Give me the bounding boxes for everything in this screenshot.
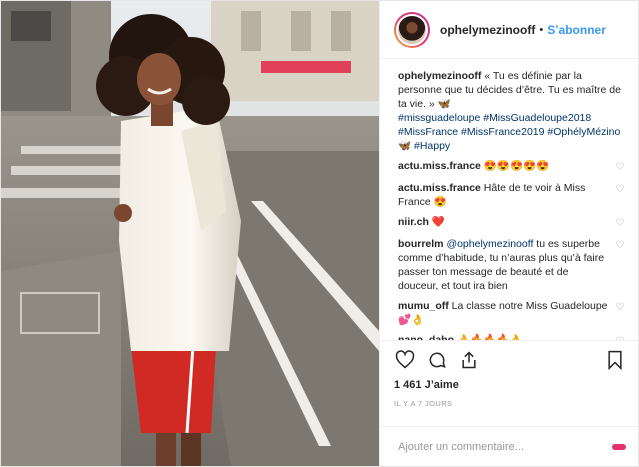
likes-count[interactable]: 1 461 J’aime [394,379,626,391]
header-separator: • [539,23,544,36]
small-heart-icon[interactable]: ♡ [614,217,626,231]
caption: ophelymezinooff « Tu es définie par la p… [398,69,626,153]
bookmark-icon[interactable] [604,349,626,371]
comments-list[interactable]: ophelymezinooff « Tu es définie par la p… [380,59,638,340]
small-heart-icon[interactable]: ♡ [614,183,626,197]
comment-row: bourrelm @ophelymezinooff tu es superbe … [398,237,626,293]
more-options-icon[interactable] [612,443,626,450]
comment-username[interactable]: actu.miss.france [398,160,481,172]
caption-username[interactable]: ophelymezinooff [398,70,481,82]
caption-hashtags[interactable]: #missguadeloupe #MissGuadeloupe2018 #Mis… [398,111,626,153]
post-actions: 1 461 J’aime IL Y A 7 JOURS [380,340,638,426]
comment-username[interactable]: niir.ch [398,216,429,228]
post-timestamp: IL Y A 7 JOURS [394,399,453,408]
street-photo-illustration [1,1,379,466]
header-username[interactable]: ophelymezinooff [440,23,535,37]
comment-input[interactable]: Ajouter un commentaire... [398,441,612,453]
comment-bubble-icon[interactable] [426,349,448,371]
comment-row: mumu_off La classe notre Miss Guadeloupe… [398,299,626,327]
avatar[interactable] [394,11,430,48]
add-comment-bar: Ajouter un commentaire... [380,426,638,466]
heart-icon[interactable] [394,349,416,371]
share-icon[interactable] [458,349,480,371]
post-sidebar: ophelymezinooff • S’abonner ophelymezino… [379,1,638,466]
action-icons [394,347,626,373]
comment-row: actu.miss.france Hâte de te voir à Miss … [398,181,626,209]
comment-text: 😍😍😍😍😍 [483,160,550,172]
small-heart-icon[interactable]: ♡ [614,239,626,253]
comment-row: nano_dabo 👌🔥🔥🔥👌 ♡ [398,333,626,340]
comment-username[interactable]: actu.miss.france [398,182,481,194]
small-heart-icon[interactable]: ♡ [614,161,626,175]
comment-mention[interactable]: @ophelymezinooff [446,238,533,250]
instagram-post: ophelymezinooff • S’abonner ophelymezino… [0,0,639,467]
comment-username[interactable]: bourrelm [398,238,444,250]
follow-button[interactable]: S’abonner [547,23,606,37]
small-heart-icon[interactable]: ♡ [614,301,626,315]
comment-row: niir.ch ❤️ ♡ [398,215,626,231]
comment-text: ❤️ [431,216,445,228]
comment-username[interactable]: mumu_off [398,300,449,312]
post-photo[interactable] [1,1,379,466]
post-header: ophelymezinooff • S’abonner [380,1,638,59]
comment-row: actu.miss.france 😍😍😍😍😍 ♡ [398,159,626,175]
